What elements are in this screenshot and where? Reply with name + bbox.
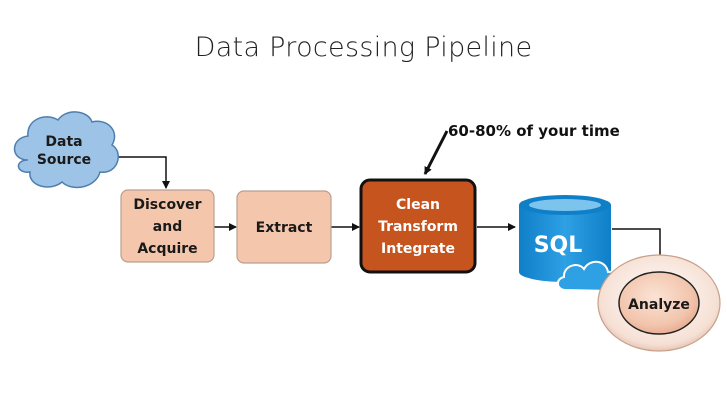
discover-label-line2: and: [153, 219, 182, 235]
arrow-source-to-discover: [118, 156, 170, 189]
extract-label: Extract: [256, 220, 313, 236]
clean-label-line1: Clean: [396, 197, 440, 213]
clean-label-line3: Integrate: [381, 241, 455, 257]
discover-label-line3: Acquire: [137, 241, 197, 257]
sql-label: SQL: [534, 233, 583, 258]
discover-acquire-box: Discover and Acquire: [120, 189, 215, 263]
clean-label-line2: Transform: [378, 219, 458, 235]
sql-database-icon: SQL: [519, 195, 620, 293]
data-source-label-line2: Source: [37, 152, 91, 168]
data-source-cloud: Data Source: [13, 111, 119, 189]
extract-box: Extract: [236, 190, 332, 264]
annotation-pointer-arrow: [423, 130, 449, 175]
time-annotation: 60-80% of your time: [448, 122, 620, 140]
analyze-label: Analyze: [628, 297, 690, 313]
data-source-label-line1: Data: [45, 134, 82, 150]
pipeline-diagram: Data Source Discover and Acquire Extract…: [13, 111, 721, 352]
clean-transform-box: Clean Transform Integrate: [359, 178, 477, 274]
analyze-node: Analyze: [597, 254, 721, 352]
discover-label-line1: Discover: [133, 197, 201, 213]
